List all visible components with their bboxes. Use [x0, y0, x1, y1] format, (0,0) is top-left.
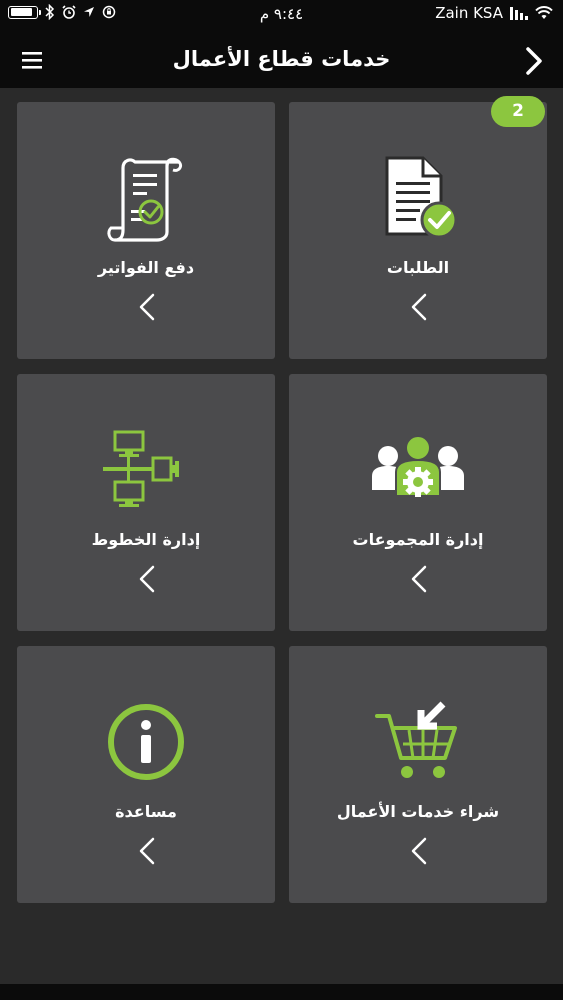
- network-monitors-icon: [103, 430, 179, 507]
- tile-line-management[interactable]: إدارة الخطوط: [17, 374, 275, 631]
- tile-label: مساعدة: [115, 802, 177, 821]
- wifi-icon: [535, 6, 553, 19]
- tile-buy-business-services[interactable]: شراء خدمات الأعمال: [289, 646, 547, 903]
- chevron-left-icon: [139, 837, 155, 865]
- invoice-scroll-check-icon: [107, 157, 183, 242]
- signal-icon: [510, 6, 528, 20]
- screen: ٩:٤٤ م Zain KSA خدمات قطاع الأعمال 2 الط…: [0, 0, 563, 1000]
- tile-label: إدارة المجموعات: [352, 530, 484, 549]
- tile-requests[interactable]: 2 الطلبات: [289, 96, 547, 359]
- chevron-left-icon: [411, 837, 427, 865]
- back-button[interactable]: [519, 44, 549, 78]
- chevron-left-icon: [411, 293, 427, 321]
- shopping-cart-arrow-icon: [375, 701, 457, 778]
- info-circle-icon: [108, 704, 184, 780]
- tile-group-management[interactable]: إدارة المجموعات: [289, 374, 547, 631]
- tile-icon-wrap: [289, 694, 547, 790]
- tile-icon-wrap: [17, 694, 275, 790]
- tile-icon-wrap: [289, 422, 547, 518]
- chevron-left-icon: [411, 565, 427, 593]
- page-title: خدمات قطاع الأعمال: [172, 47, 391, 71]
- carrier-name: Zain KSA: [435, 4, 503, 22]
- document-check-icon: [385, 156, 458, 239]
- tile-label: شراء خدمات الأعمال: [336, 802, 500, 821]
- tile-icon-wrap: [289, 150, 547, 246]
- tile-label: دفع الفواتير: [97, 258, 195, 277]
- chevron-left-icon: [139, 565, 155, 593]
- tile-help[interactable]: مساعدة: [17, 646, 275, 903]
- tile-label: إدارة الخطوط: [91, 530, 201, 549]
- group-users-gear-icon: [372, 435, 464, 497]
- tile-pay-invoices[interactable]: دفع الفواتير: [17, 102, 275, 359]
- services-grid: 2 الطلبات دفع الفواتير إدارة المجموعات إ…: [0, 88, 563, 984]
- app-header: خدمات قطاع الأعمال: [0, 30, 563, 92]
- status-right: Zain KSA: [435, 4, 553, 22]
- tile-icon-wrap: [17, 422, 275, 518]
- tile-label: الطلبات: [386, 258, 450, 277]
- bottom-strip: [0, 984, 563, 1000]
- chevron-left-icon: [139, 293, 155, 321]
- tile-icon-wrap: [17, 150, 275, 246]
- chevron-right-icon: [526, 47, 542, 75]
- requests-badge: 2: [491, 96, 545, 127]
- status-bar: ٩:٤٤ م Zain KSA: [0, 0, 563, 30]
